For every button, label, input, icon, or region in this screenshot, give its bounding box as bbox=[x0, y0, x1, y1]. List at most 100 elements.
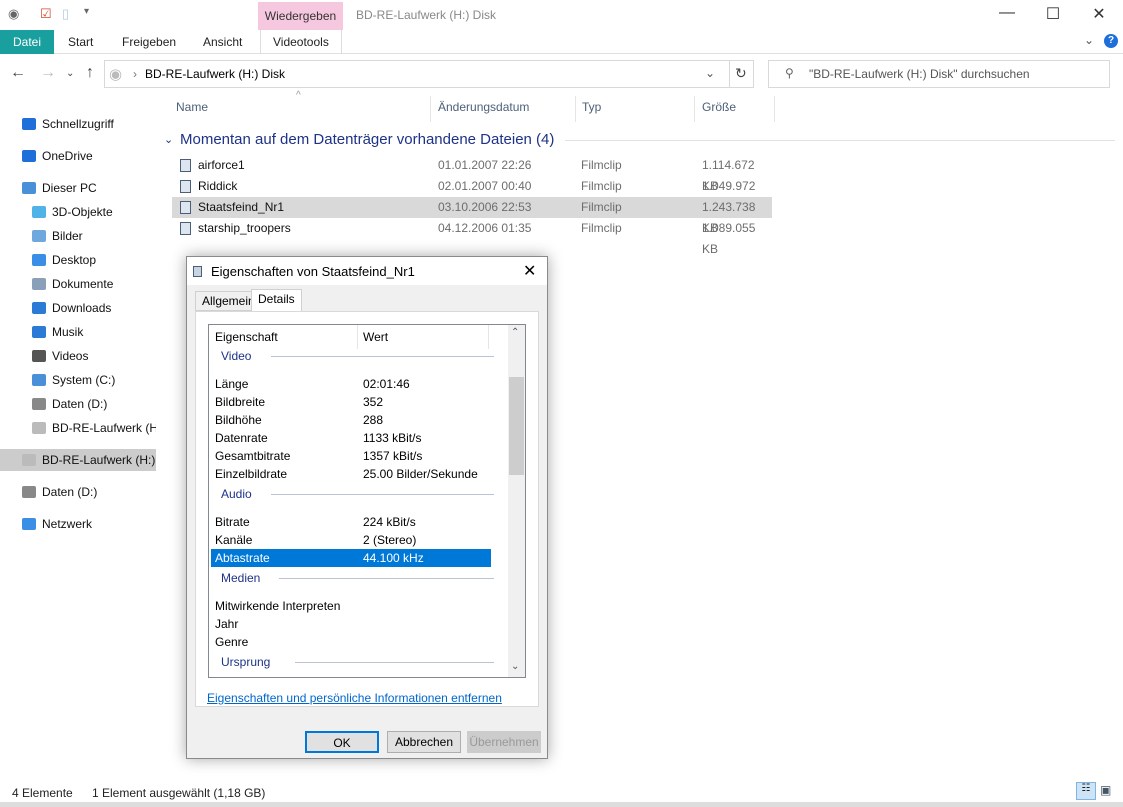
forward-button[interactable]: → bbox=[40, 64, 56, 82]
ribbon-expand-icon[interactable]: ⌄ bbox=[1084, 33, 1094, 47]
breadcrumb[interactable]: BD-RE-Laufwerk (H:) Disk bbox=[145, 67, 285, 81]
sidebar-item[interactable]: Videos bbox=[0, 345, 156, 367]
breadcrumb-separator[interactable]: › bbox=[133, 67, 137, 81]
file-type: Filmclip bbox=[581, 179, 622, 193]
property-value: 44.100 kHz bbox=[363, 551, 424, 565]
scrollbar[interactable]: ⌃ ⌄ bbox=[508, 325, 525, 677]
help-icon[interactable]: ? bbox=[1104, 34, 1118, 48]
file-row[interactable]: Riddick 02.01.2007 00:40 Filmclip 1.049.972… bbox=[172, 176, 772, 214]
back-button[interactable]: ← bbox=[10, 64, 26, 82]
cancel-button[interactable]: Abbrechen bbox=[387, 731, 461, 753]
disc-icon bbox=[32, 422, 46, 434]
remove-properties-link[interactable]: Eigenschaften und persönliche Informatio… bbox=[207, 691, 502, 705]
property-group-header[interactable]: Ursprung bbox=[221, 655, 270, 669]
sidebar-item[interactable]: Daten (D:) bbox=[0, 393, 156, 415]
sidebar-item[interactable]: Dieser PC bbox=[0, 177, 156, 199]
property-row[interactable]: Einzelbildrate 25.00 Bilder/Sekunde bbox=[211, 465, 491, 483]
maximize-button[interactable]: ☐ bbox=[1030, 4, 1076, 24]
new-folder-icon[interactable]: ▯ bbox=[62, 6, 69, 22]
properties-icon[interactable]: ☑ bbox=[40, 6, 52, 22]
address-dropdown-icon[interactable]: ⌄ bbox=[705, 66, 715, 80]
scroll-up-icon[interactable]: ⌃ bbox=[511, 327, 519, 338]
sidebar-item[interactable]: Downloads bbox=[0, 297, 156, 319]
column-header-name[interactable]: Name bbox=[176, 100, 208, 120]
tab-start[interactable]: Start bbox=[56, 30, 105, 54]
sidebar-item[interactable]: Dokumente bbox=[0, 273, 156, 295]
sidebar-item[interactable]: Daten (D:) bbox=[0, 481, 156, 503]
tab-videotools[interactable]: Videotools bbox=[260, 30, 342, 54]
sidebar-item[interactable]: BD-RE-Laufwerk (H:) bbox=[0, 449, 156, 471]
sidebar-item[interactable]: Musik bbox=[0, 321, 156, 343]
sidebar-item-label: Netzwerk bbox=[42, 517, 93, 531]
property-row[interactable]: Bildhöhe 288 bbox=[211, 411, 491, 429]
sidebar-item-label: Dokumente bbox=[52, 277, 114, 291]
search-input[interactable]: ⚲ "BD-RE-Laufwerk (H:) Disk" durchsuchen bbox=[768, 60, 1110, 88]
column-header-date[interactable]: Änderungsdatum bbox=[438, 100, 529, 120]
sidebar-item[interactable]: Bilder bbox=[0, 225, 156, 247]
sort-ascending-icon: ^ bbox=[296, 90, 301, 101]
property-value: 352 bbox=[363, 395, 384, 409]
sidebar-item-label: BD-RE-Laufwerk (H:) bbox=[42, 453, 156, 467]
apply-button[interactable]: Übernehmen bbox=[467, 731, 541, 753]
column-header-size[interactable]: Größe bbox=[702, 100, 736, 120]
file-row[interactable]: Staatsfeind_Nr1 03.10.2006 22:53 Filmclip 1… bbox=[172, 197, 772, 235]
close-button[interactable]: ✕ bbox=[1076, 4, 1122, 24]
property-row[interactable]: Abtastrate 44.100 kHz bbox=[211, 549, 491, 567]
sidebar-item[interactable]: BD-RE-Laufwerk (H:) bbox=[0, 417, 156, 439]
sidebar-item[interactable]: Netzwerk bbox=[0, 513, 156, 535]
property-row[interactable]: Jahr bbox=[211, 615, 491, 633]
sidebar-item-label: Downloads bbox=[52, 301, 112, 315]
scroll-down-icon[interactable]: ⌄ bbox=[511, 661, 519, 672]
property-row[interactable]: Länge 02:01:46 bbox=[211, 375, 491, 393]
tab-ansicht[interactable]: Ansicht bbox=[191, 30, 254, 54]
address-bar[interactable]: ◉ › BD-RE-Laufwerk (H:) Disk ⌄ ↻ bbox=[104, 60, 754, 88]
sidebar-item[interactable]: Desktop bbox=[0, 249, 156, 271]
column-header-type[interactable]: Typ bbox=[582, 100, 601, 120]
property-group-header[interactable]: Medien bbox=[221, 571, 260, 585]
property-row[interactable]: Kanäle 2 (Stereo) bbox=[211, 531, 491, 549]
tab-freigeben[interactable]: Freigeben bbox=[110, 30, 188, 54]
up-button[interactable]: ↑ bbox=[86, 64, 94, 82]
sidebar-item[interactable]: System (C:) bbox=[0, 369, 156, 391]
sidebar-item-label: Musik bbox=[52, 325, 84, 339]
sidebar-item[interactable]: OneDrive bbox=[0, 145, 156, 167]
dialog-title: Eigenschaften von Staatsfeind_Nr1 bbox=[211, 264, 415, 279]
recent-locations-button[interactable]: ⌄ bbox=[66, 68, 74, 79]
property-row[interactable]: Bitrate 224 kBit/s bbox=[211, 513, 491, 531]
customize-quick-access-icon[interactable]: ▾ bbox=[84, 6, 89, 17]
refresh-icon[interactable]: ↻ bbox=[735, 65, 747, 82]
group-collapse-icon[interactable]: ⌄ bbox=[164, 133, 173, 146]
property-row[interactable]: Mitwirkende Interpreten bbox=[211, 597, 491, 615]
documents-icon bbox=[32, 278, 46, 290]
property-row[interactable]: Gesamtbitrate 1357 kBit/s bbox=[211, 447, 491, 465]
sidebar-item[interactable]: 3D-Objekte bbox=[0, 201, 156, 223]
property-group-header[interactable]: Audio bbox=[221, 487, 252, 501]
minimize-button[interactable]: — bbox=[984, 4, 1030, 22]
dialog-close-button[interactable]: ✕ bbox=[523, 261, 536, 281]
property-value: 02:01:46 bbox=[363, 377, 410, 391]
video-file-icon bbox=[180, 159, 191, 172]
column-value[interactable]: Wert bbox=[363, 325, 388, 349]
file-name: Staatsfeind_Nr1 bbox=[198, 200, 285, 214]
property-row[interactable]: Genre bbox=[211, 633, 491, 651]
file-row[interactable]: airforce1 01.01.2007 22:26 Filmclip 1.114.6… bbox=[172, 155, 772, 193]
ok-button[interactable]: OK bbox=[305, 731, 379, 753]
large-icons-view-button[interactable]: ▣ bbox=[1100, 783, 1111, 797]
ribbon-tabs: Datei Start Freigeben Ansicht Videotools… bbox=[0, 30, 1123, 54]
tab-datei[interactable]: Datei bbox=[0, 30, 54, 54]
group-header[interactable]: Momentan auf dem Datenträger vorhandene … bbox=[180, 131, 554, 148]
column-property[interactable]: Eigenschaft bbox=[215, 325, 278, 349]
property-row[interactable]: Datenrate 1133 kBit/s bbox=[211, 429, 491, 447]
computer-icon bbox=[22, 182, 36, 194]
property-group-header[interactable]: Video bbox=[221, 349, 251, 363]
details-view-button[interactable]: ☷ bbox=[1076, 782, 1096, 800]
disc-icon: ◉ bbox=[8, 6, 20, 21]
property-row[interactable]: Bildbreite 352 bbox=[211, 393, 491, 411]
file-date: 04.12.2006 01:35 bbox=[438, 221, 532, 235]
scrollbar-thumb[interactable] bbox=[509, 377, 524, 475]
download-icon bbox=[32, 302, 46, 314]
file-row[interactable]: starship_troopers 04.12.2006 01:35 Filmcli… bbox=[172, 218, 772, 256]
sidebar-item[interactable]: Schnellzugriff bbox=[0, 113, 156, 135]
tab-details[interactable]: Details bbox=[251, 289, 302, 312]
dialog-title-bar: Eigenschaften von Staatsfeind_Nr1 ✕ bbox=[187, 257, 547, 285]
